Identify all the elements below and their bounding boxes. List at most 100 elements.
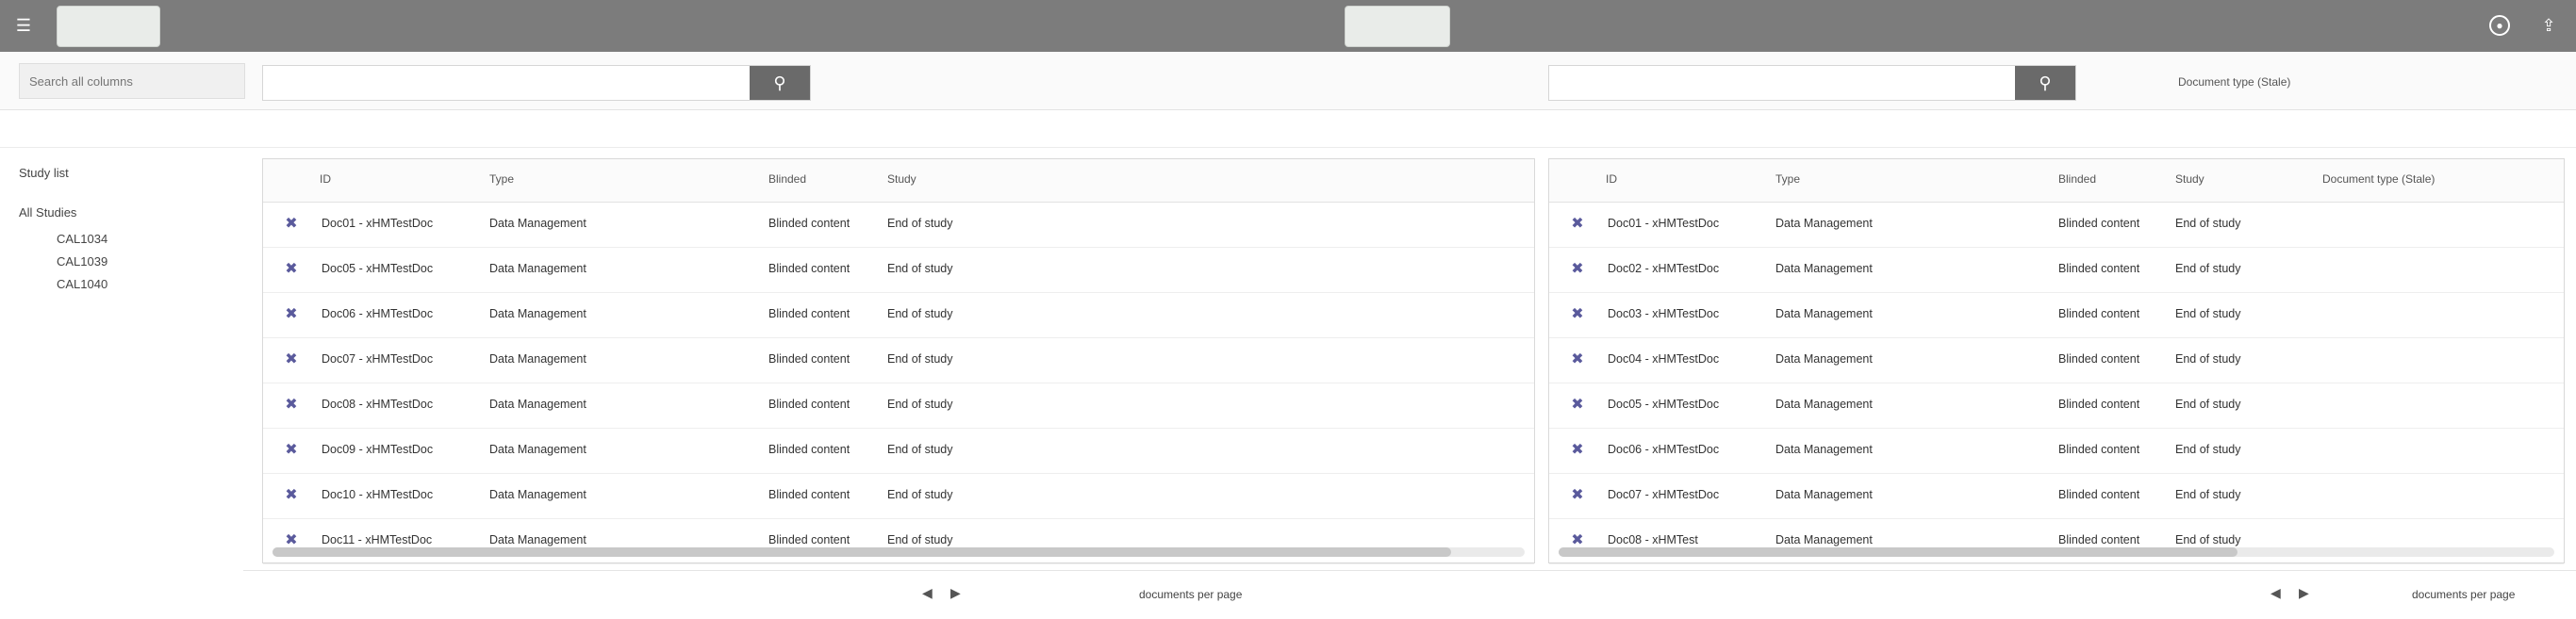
- scrollbar-thumb[interactable]: [1559, 547, 2237, 557]
- cell-blinded: Blinded content: [2058, 488, 2140, 501]
- sidebar-group-all-studies[interactable]: All Studies: [19, 205, 76, 220]
- cell-study: End of study: [2175, 262, 2241, 275]
- cell-blinded: Blinded content: [768, 443, 850, 456]
- scrollbar-thumb[interactable]: [272, 547, 1451, 557]
- cell-type: Data Management: [489, 262, 586, 275]
- column-header-document-type[interactable]: Document type (Stale): [2322, 172, 2435, 186]
- cell-type: Data Management: [489, 443, 586, 456]
- cell-id[interactable]: Doc11 - xHMTestDoc: [322, 533, 432, 546]
- left-search-button[interactable]: ⚲: [750, 66, 810, 100]
- cell-id[interactable]: Doc10 - xHMTestDoc: [322, 488, 433, 501]
- cell-study: End of study: [2175, 352, 2241, 366]
- menu-icon[interactable]: ☰: [13, 15, 34, 36]
- cell-blinded: Blinded content: [768, 488, 850, 501]
- table-row[interactable]: ✖ Doc07 - xHMTestDoc Data Management Blinde…: [263, 338, 1534, 383]
- cell-study: End of study: [887, 443, 953, 456]
- document-type-icon: ✖: [1571, 397, 1584, 413]
- column-header-id[interactable]: ID: [1606, 172, 1617, 186]
- cell-id[interactable]: Doc03 - xHMTestDoc: [1608, 307, 1719, 320]
- table-row[interactable]: ✖ Doc09 - xHMTestDoc Data Management Blinde…: [263, 429, 1534, 474]
- cell-type: Data Management: [1775, 398, 1873, 411]
- cell-id[interactable]: Doc06 - xHMTestDoc: [1608, 443, 1719, 456]
- cell-id[interactable]: Doc07 - xHMTestDoc: [322, 352, 433, 366]
- horizontal-scrollbar[interactable]: [272, 547, 1525, 557]
- cell-id[interactable]: Doc02 - xHMTestDoc: [1608, 262, 1719, 275]
- cell-id[interactable]: Doc05 - xHMTestDoc: [322, 262, 433, 275]
- column-header-study[interactable]: Study: [887, 172, 916, 186]
- filter-field[interactable]: [19, 63, 245, 99]
- cell-type: Data Management: [1775, 443, 1873, 456]
- prev-page-icon[interactable]: ◀: [922, 585, 933, 601]
- sidebar-item-study[interactable]: CAL1040: [57, 277, 107, 291]
- cell-id[interactable]: Doc01 - xHMTestDoc: [322, 217, 433, 230]
- tab-middle[interactable]: [1345, 6, 1450, 47]
- table-row[interactable]: ✖ Doc05 - xHMTestDoc Data Management Blinde…: [263, 248, 1534, 293]
- table-row[interactable]: ✖ Doc04 - xHMTestDoc Data Management Blinde…: [1549, 338, 2564, 383]
- horizontal-scrollbar[interactable]: [1559, 547, 2554, 557]
- column-header-type[interactable]: Type: [489, 172, 514, 186]
- cell-study: End of study: [887, 398, 953, 411]
- prev-page-icon[interactable]: ◀: [2271, 585, 2281, 601]
- cell-id[interactable]: Doc01 - xHMTestDoc: [1608, 217, 1719, 230]
- help-icon[interactable]: ⇪: [2538, 15, 2559, 36]
- cell-id[interactable]: Doc08 - xHMTest: [1608, 533, 1698, 546]
- left-search[interactable]: ⚲: [262, 65, 811, 101]
- cell-blinded: Blinded content: [768, 533, 850, 546]
- cell-type: Data Management: [489, 398, 586, 411]
- table-row[interactable]: ✖ Doc06 - xHMTestDoc Data Management Blinde…: [1549, 429, 2564, 474]
- column-header-study[interactable]: Study: [2175, 172, 2204, 186]
- tab-left[interactable]: [57, 6, 160, 47]
- document-type-icon: ✖: [1571, 351, 1584, 367]
- document-type-icon: ✖: [285, 442, 298, 458]
- column-header-blinded[interactable]: Blinded: [768, 172, 806, 186]
- right-document-table: ID Type Blinded Study Document type (Sta…: [1548, 158, 2565, 564]
- cell-blinded: Blinded content: [2058, 443, 2140, 456]
- table-row[interactable]: ✖ Doc02 - xHMTestDoc Data Management Blinde…: [1549, 248, 2564, 293]
- table-row[interactable]: ✖ Doc01 - xHMTestDoc Data Management Blinde…: [1549, 203, 2564, 248]
- table-row[interactable]: ✖ Doc11 - xHMTestDoc Data Management Blinde…: [263, 519, 1534, 564]
- cell-study: End of study: [2175, 533, 2241, 546]
- cell-study: End of study: [887, 488, 953, 501]
- cell-study: End of study: [2175, 398, 2241, 411]
- cell-blinded: Blinded content: [2058, 262, 2140, 275]
- filter-input[interactable]: [20, 64, 244, 98]
- user-circle-icon[interactable]: ●: [2489, 15, 2510, 36]
- table-row[interactable]: ✖ Doc01 - xHMTestDoc Data Management Blinde…: [263, 203, 1534, 248]
- cell-id[interactable]: Doc06 - xHMTestDoc: [322, 307, 433, 320]
- right-search-input[interactable]: [1549, 66, 2002, 100]
- cell-id[interactable]: Doc07 - xHMTestDoc: [1608, 488, 1719, 501]
- table-row[interactable]: ✖ Doc08 - xHMTest Data Management Blinded c…: [1549, 519, 2564, 564]
- next-page-icon[interactable]: ▶: [2299, 585, 2309, 601]
- cell-blinded: Blinded content: [2058, 398, 2140, 411]
- column-header-id[interactable]: ID: [320, 172, 331, 186]
- right-search-button[interactable]: ⚲: [2015, 66, 2075, 100]
- cell-type: Data Management: [489, 488, 586, 501]
- table-row[interactable]: ✖ Doc10 - xHMTestDoc Data Management Blinde…: [263, 474, 1534, 519]
- next-page-icon[interactable]: ▶: [950, 585, 961, 601]
- pager-label: documents per page: [2412, 588, 2516, 601]
- cell-blinded: Blinded content: [768, 352, 850, 366]
- sidebar-item-study[interactable]: CAL1039: [57, 254, 107, 269]
- left-search-input[interactable]: [263, 66, 735, 100]
- sidebar-heading[interactable]: Study list: [19, 166, 69, 180]
- cell-id[interactable]: Doc09 - xHMTestDoc: [322, 443, 433, 456]
- table-row[interactable]: ✖ Doc05 - xHMTestDoc Data Management Blinde…: [1549, 383, 2564, 429]
- search-icon: ⚲: [2039, 73, 2052, 92]
- cell-id[interactable]: Doc08 - xHMTestDoc: [322, 398, 433, 411]
- table-row[interactable]: ✖ Doc08 - xHMTestDoc Data Management Blinde…: [263, 383, 1534, 429]
- cell-id[interactable]: Doc05 - xHMTestDoc: [1608, 398, 1719, 411]
- cell-study: End of study: [887, 217, 953, 230]
- table-row[interactable]: ✖ Doc03 - xHMTestDoc Data Management Blinde…: [1549, 293, 2564, 338]
- right-search[interactable]: ⚲: [1548, 65, 2076, 101]
- document-type-icon: ✖: [285, 487, 298, 503]
- table-row[interactable]: ✖ Doc07 - xHMTestDoc Data Management Blinde…: [1549, 474, 2564, 519]
- column-header-type[interactable]: Type: [1775, 172, 1800, 186]
- document-type-icon: ✖: [1571, 442, 1584, 458]
- cell-study: End of study: [2175, 217, 2241, 230]
- left-footer: ◀ ▶ documents per page: [243, 570, 1535, 619]
- cell-id[interactable]: Doc04 - xHMTestDoc: [1608, 352, 1719, 366]
- column-header-blinded[interactable]: Blinded: [2058, 172, 2096, 186]
- right-footer: ◀ ▶ documents per page: [1535, 570, 2576, 619]
- table-row[interactable]: ✖ Doc06 - xHMTestDoc Data Management Blinde…: [263, 293, 1534, 338]
- sidebar-item-study[interactable]: CAL1034: [57, 232, 107, 246]
